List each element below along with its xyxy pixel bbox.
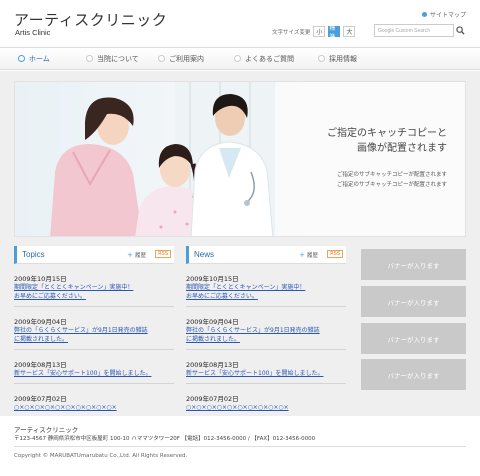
- nav-item-recruit[interactable]: 採用情報: [300, 48, 380, 69]
- item-date: 2009年10月15日: [14, 275, 67, 283]
- divider: [186, 306, 346, 307]
- item-date: 2009年07月02日: [186, 395, 239, 403]
- fontsize-large-button[interactable]: 大: [343, 26, 356, 37]
- plus-icon: +: [127, 251, 133, 259]
- news-title: News: [194, 250, 215, 259]
- hero-catch-copy: ご指定のキャッチコピーと 画像が配置されます: [327, 126, 447, 156]
- item-link[interactable]: に掲載されました。: [186, 335, 346, 344]
- rss-button[interactable]: RSS: [155, 250, 171, 258]
- item-date: 2009年10月15日: [186, 275, 239, 283]
- radio-circle-icon: [18, 55, 25, 62]
- item-date: 2009年08月13日: [186, 361, 239, 369]
- site-footer: アーティスクリニック 〒123-4567 静岡県浜松市中区板屋町 100-10 …: [0, 416, 480, 476]
- item-link[interactable]: 弊社の「らくらくサービス」が9月1日発売の雑誌: [186, 326, 346, 335]
- topics-title: Topics: [22, 250, 45, 259]
- hero-sub-copy: ご指定のサブキャッチコピーが配置されます ご指定のサブキャッチコピーが配置されま…: [337, 170, 447, 190]
- item-link[interactable]: 期間限定「とくとくキャンペーン」実施中！: [14, 283, 174, 292]
- hero-sub-line: ご指定のサブキャッチコピーが配置されます: [336, 172, 447, 178]
- footer-copyright: Copyright © MARUBATUmarubatu Co.,Ltd. Al…: [14, 453, 188, 459]
- item-link[interactable]: に掲載されました。: [14, 335, 174, 344]
- sitemap-link[interactable]: サイトマップ: [421, 10, 466, 19]
- item-link[interactable]: 新サービス「安心サポート100」を開始しました。: [186, 369, 346, 378]
- nav-label: 採用情報: [329, 54, 357, 63]
- item-date: 2009年07月02日: [14, 395, 67, 403]
- banner-slot[interactable]: バナーが入ります: [361, 286, 466, 317]
- item-date: 2009年08月13日: [14, 361, 67, 369]
- radio-circle-icon: [86, 55, 93, 62]
- news-column: News + 履歴 RSS 2009年10月15日 期間限定「とくとくキャンペー…: [186, 246, 346, 412]
- radio-circle-icon: [234, 55, 241, 62]
- nav-label: ホーム: [29, 54, 50, 63]
- item-link[interactable]: 弊社の「らくらくサービス」が9月1日発売の雑誌: [14, 326, 174, 335]
- nav-label: よくあるご質問: [245, 54, 294, 63]
- search-input[interactable]: Google Custom Search: [374, 24, 454, 37]
- plus-icon: +: [299, 251, 305, 259]
- nav-label: ご利用案内: [169, 54, 204, 63]
- hero-photo: [15, 82, 307, 236]
- list-item: 2009年09月04日 弊社の「らくらくサービス」が9月1日発売の雑誌 に掲載さ…: [186, 316, 346, 350]
- search-button[interactable]: [455, 24, 466, 37]
- hero-catch-line: 画像が配置されます: [357, 143, 447, 154]
- list-item: 2009年10月15日 期間限定「とくとくキャンペーン」実施中！ お早めにご応募…: [186, 273, 346, 307]
- item-link[interactable]: 新サービス「安心サポート100」を開始しました。: [14, 369, 174, 378]
- item-link[interactable]: 期間限定「とくとくキャンペーン」実施中！: [186, 283, 346, 292]
- list-item: 2009年08月13日 新サービス「安心サポート100」を開始しました。: [186, 359, 346, 384]
- search-placeholder: Google Custom Search: [378, 27, 430, 34]
- list-item: 2009年07月02日 ○×○×○×○×○×○×○×○×○×○×: [186, 393, 346, 412]
- divider: [14, 349, 174, 350]
- radio-circle-icon: [318, 55, 325, 62]
- divider: [14, 383, 174, 384]
- item-link[interactable]: お早めにご応募ください。: [14, 292, 174, 301]
- list-item: 2009年09月04日 弊社の「らくらくサービス」が9月1日発売の雑誌 に掲載さ…: [14, 316, 174, 350]
- divider: [14, 446, 466, 447]
- item-date: 2009年09月04日: [14, 318, 67, 326]
- divider: [14, 306, 174, 307]
- nav-label: 当院について: [97, 54, 139, 63]
- banner-slot[interactable]: バナーが入ります: [361, 359, 466, 390]
- bullet-icon: [421, 12, 427, 17]
- banner-slot[interactable]: バナーが入ります: [361, 249, 466, 280]
- sitemap-label: サイトマップ: [429, 12, 466, 19]
- topics-history-link[interactable]: + 履歴: [127, 251, 146, 259]
- history-label: 履歴: [134, 253, 146, 259]
- news-header: News + 履歴 RSS: [186, 246, 346, 264]
- footer-name: アーティスクリニック: [14, 426, 79, 434]
- fontsize-label: 文字サイズ変更: [272, 29, 311, 36]
- item-link[interactable]: ○×○×○×○×○×○×○×○×○×○×: [14, 403, 174, 412]
- item-date: 2009年09月04日: [186, 318, 239, 326]
- topics-column: Topics + 履歴 RSS 2009年10月15日 期間限定「とくとくキャン…: [14, 246, 174, 412]
- nav-item-guide[interactable]: ご利用案内: [140, 48, 216, 69]
- radio-circle-icon: [158, 55, 165, 62]
- search-icon: [456, 26, 465, 35]
- list-item: 2009年07月02日 ○×○×○×○×○×○×○×○×○×○×: [14, 393, 174, 412]
- list-item: 2009年08月13日 新サービス「安心サポート100」を開始しました。: [14, 359, 174, 384]
- item-link[interactable]: お早めにご応募ください。: [186, 292, 346, 301]
- site-logo-ja[interactable]: アーティスクリニック: [14, 9, 167, 30]
- site-header: アーティスクリニック Artis Clinic サイトマップ 文字サイズ変更 小…: [0, 0, 480, 46]
- rss-button[interactable]: RSS: [327, 250, 343, 258]
- nav-item-faq[interactable]: よくあるご質問: [216, 48, 300, 69]
- item-link[interactable]: ○×○×○×○×○×○×○×○×○×○×: [186, 403, 346, 412]
- history-label: 履歴: [306, 253, 318, 259]
- global-nav: ホーム 当院について ご利用案内 よくあるご質問 採用情報: [0, 47, 480, 70]
- fontsize-small-button[interactable]: 小: [313, 26, 326, 37]
- hero-catch-line: ご指定のキャッチコピーと: [327, 128, 447, 139]
- site-logo-en[interactable]: Artis Clinic: [15, 28, 50, 37]
- news-history-link[interactable]: + 履歴: [299, 251, 318, 259]
- divider: [186, 349, 346, 350]
- nav-item-home[interactable]: ホーム: [0, 48, 68, 69]
- banner-slot[interactable]: バナーが入ります: [361, 323, 466, 354]
- topics-header: Topics + 履歴 RSS: [14, 246, 174, 264]
- list-item: 2009年10月15日 期間限定「とくとくキャンペーン」実施中！ お早めにご応募…: [14, 273, 174, 307]
- fontsize-switcher: 文字サイズ変更 小 標準 大: [272, 25, 356, 41]
- fontsize-normal-button[interactable]: 標準: [328, 25, 341, 41]
- nav-item-about[interactable]: 当院について: [68, 48, 140, 69]
- divider: [186, 383, 346, 384]
- footer-address: 〒123-4567 静岡県浜松市中区板屋町 100-10 ハママツタワー20F …: [14, 436, 316, 442]
- hero-sub-line: ご指定のサブキャッチコピーが配置されます: [336, 182, 447, 188]
- hero-banner: ご指定のキャッチコピーと 画像が配置されます ご指定のサブキャッチコピーが配置さ…: [14, 81, 466, 237]
